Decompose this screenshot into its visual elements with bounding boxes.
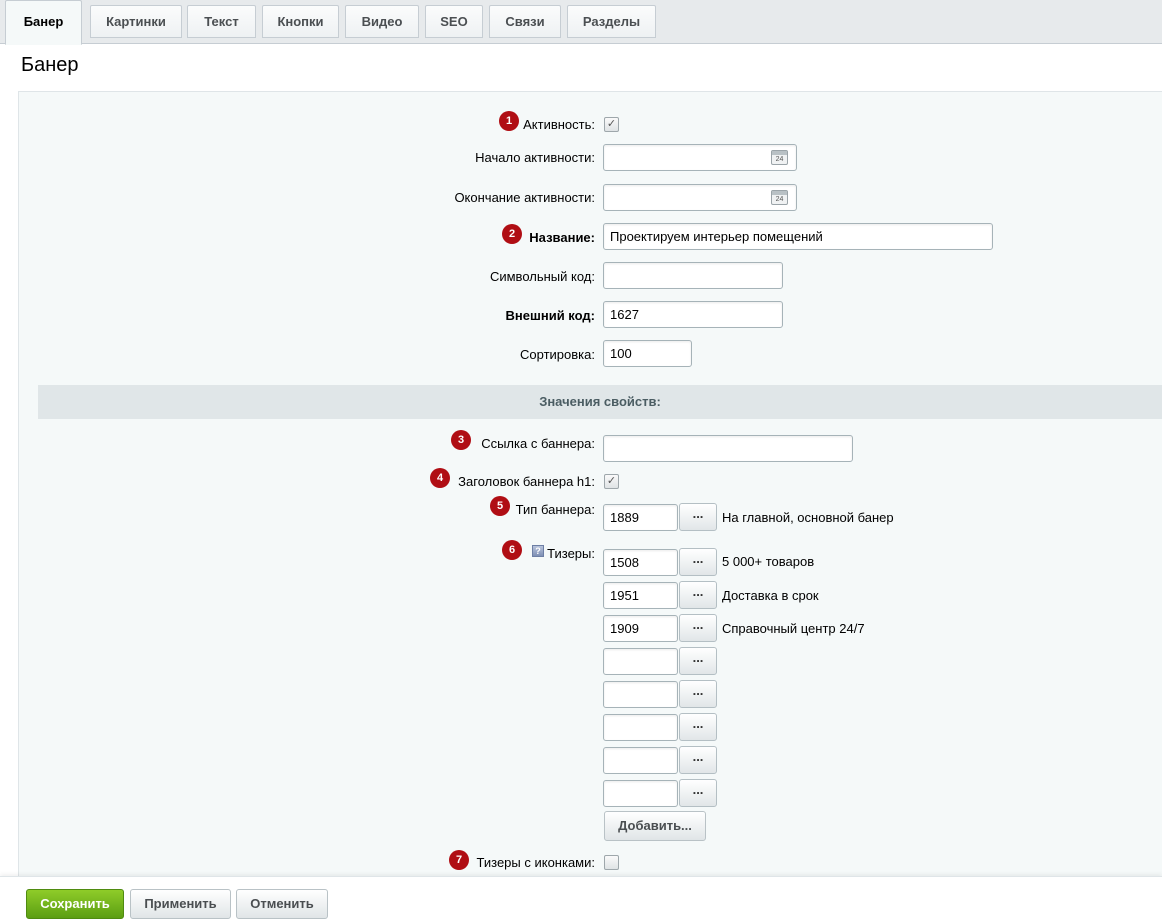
teaser-input[interactable] [603,747,678,774]
tab-links[interactable]: Связи [489,5,561,38]
active-from-label: Начало активности: [475,150,595,165]
apply-button[interactable]: Применить [130,889,231,919]
help-icon[interactable]: ? [532,545,544,557]
save-button[interactable]: Сохранить [26,889,124,919]
teaser-input[interactable] [603,648,678,675]
type-picker-button[interactable]: ... [679,503,717,531]
active-to-input[interactable]: 24 [603,184,797,211]
teaser-input[interactable] [603,714,678,741]
code-input[interactable] [603,262,783,289]
name-input[interactable]: Проектируем интерьер помещений [603,223,993,250]
h1-checkbox[interactable]: ✓ [604,474,619,489]
type-linked-name: На главной, основной банер [722,510,894,525]
tab-video[interactable]: Видео [345,5,419,38]
badge-1: 1 [499,111,519,131]
section-title: Значения свойств: [539,394,661,409]
badge-6: 6 [502,540,522,560]
name-label: Название: [529,230,595,245]
sort-input[interactable]: 100 [603,340,692,367]
teaser-picker-button[interactable]: ... [679,779,717,807]
teaser-picker-button[interactable]: ... [679,713,717,741]
active-to-label: Окончание активности: [454,190,595,205]
teaser-picker-button[interactable]: ... [679,614,717,642]
teaser-picker-button[interactable]: ... [679,647,717,675]
add-teaser-button[interactable]: Добавить... [604,811,706,841]
teasers-icons-label: Тизеры с иконками: [476,855,596,870]
badge-2: 2 [502,224,522,244]
h1-label: Заголовок баннера h1: [458,474,595,489]
link-label: Ссылка с баннера: [481,436,595,451]
teaser-picker-button[interactable]: ... [679,548,717,576]
tab-buttons[interactable]: Кнопки [262,5,339,38]
page-title: Банер [21,54,79,76]
teaser-linked-name: 5 000+ товаров [722,554,815,569]
type-label: Тип баннера: [515,502,595,517]
teaser-input[interactable]: 1909 [603,615,678,642]
teaser-input[interactable] [603,780,678,807]
code-label: Символьный код: [489,269,595,284]
calendar-icon[interactable]: 24 [771,150,788,165]
link-input[interactable] [603,435,853,462]
badge-4: 4 [430,468,450,488]
teaser-linked-name: Справочный центр 24/7 [722,621,865,636]
teaser-input[interactable]: 1508 [603,549,678,576]
sort-label: Сортировка: [520,347,595,362]
calendar-day: 24 [775,196,784,203]
tab-bar: Банер Картинки Текст Кнопки Видео SEO Св… [0,0,1162,45]
badge-5: 5 [490,496,510,516]
tab-seo[interactable]: SEO [425,5,483,38]
teaser-input[interactable]: 1951 [603,582,678,609]
tab-images[interactable]: Картинки [90,5,182,38]
active-from-input[interactable]: 24 [603,144,797,171]
active-checkbox[interactable]: ✓ [604,117,619,132]
badge-3: 3 [451,430,471,450]
teasers-icons-checkbox[interactable] [604,855,619,870]
teaser-picker-button[interactable]: ... [679,746,717,774]
teasers-label: Тизеры: [547,546,595,561]
tab-sections[interactable]: Разделы [567,5,656,38]
calendar-day: 24 [775,156,784,163]
active-label: Активность: [523,117,595,132]
xml-id-input[interactable]: 1627 [603,301,783,328]
teaser-picker-button[interactable]: ... [679,680,717,708]
cancel-button[interactable]: Отменить [236,889,328,919]
teaser-input[interactable] [603,681,678,708]
tab-banner[interactable]: Банер [5,0,82,45]
teaser-linked-name: Доставка в срок [722,588,819,603]
badge-7: 7 [449,850,469,870]
calendar-icon[interactable]: 24 [771,190,788,205]
xml-id-label: Внешний код: [505,308,595,323]
tab-text[interactable]: Текст [187,5,256,38]
teaser-picker-button[interactable]: ... [679,581,717,609]
type-input[interactable]: 1889 [603,504,678,531]
